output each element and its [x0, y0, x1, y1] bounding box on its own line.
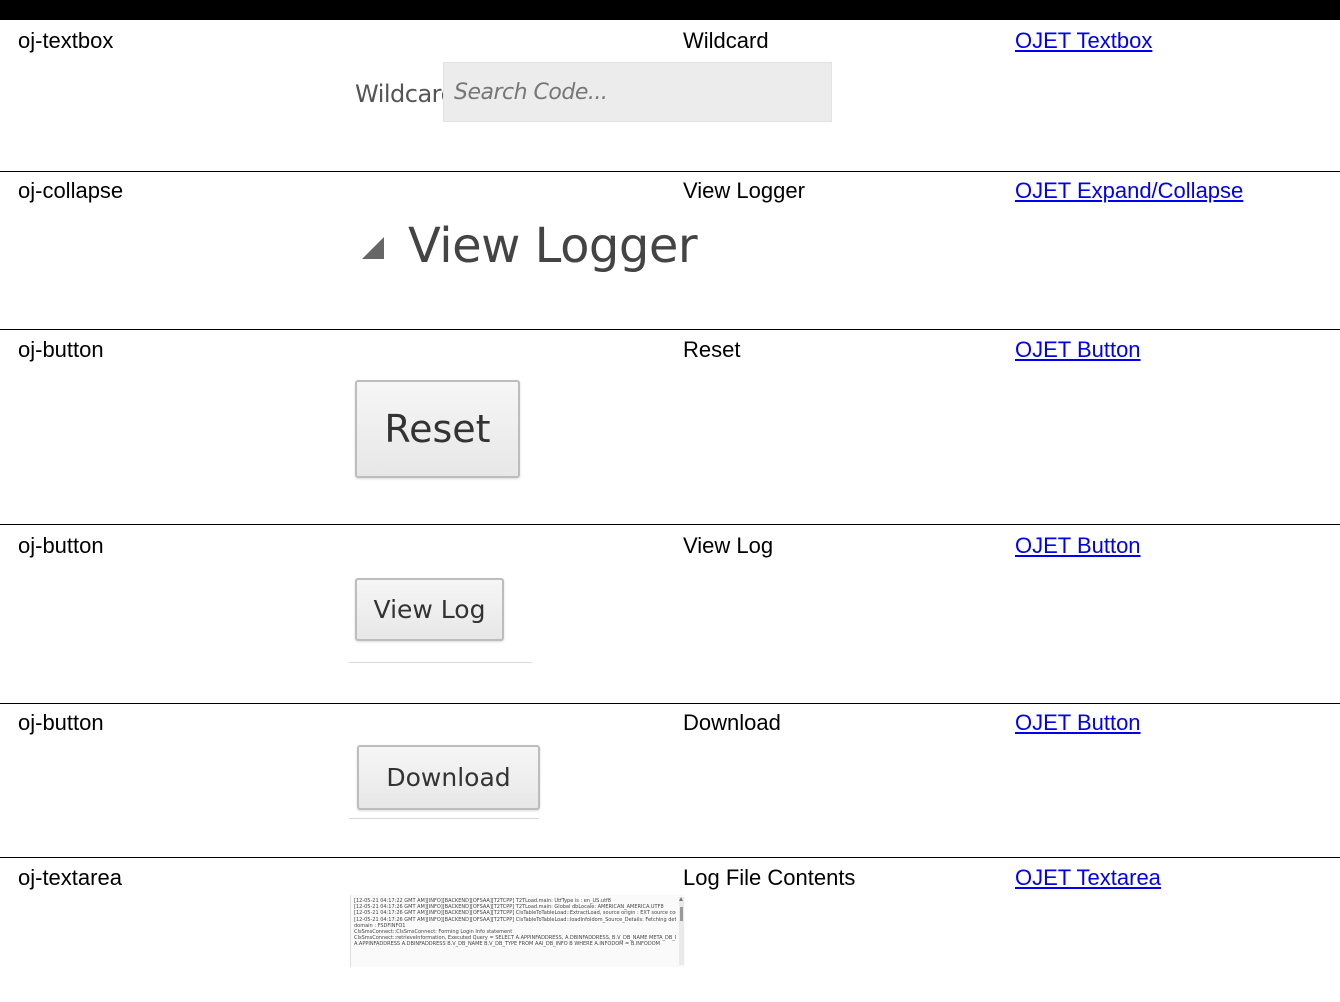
row-divider — [0, 329, 1340, 330]
docs-link-cell: OJET Textbox — [1015, 28, 1152, 54]
reset-button[interactable]: Reset — [355, 380, 520, 478]
collapse-triangle-icon — [362, 237, 384, 259]
ojet-expand-collapse-link[interactable]: OJET Expand/Collapse — [1015, 178, 1243, 203]
ojet-button-link[interactable]: OJET Button — [1015, 710, 1141, 735]
component-label: Download — [683, 710, 781, 735]
row-divider — [0, 524, 1340, 525]
docs-link-cell: OJET Button — [1015, 533, 1141, 559]
preview-underline — [349, 662, 532, 663]
view-logger-heading: View Logger — [408, 218, 698, 274]
scrollbar-thumb[interactable] — [680, 907, 683, 921]
row-divider — [0, 857, 1340, 858]
log-line: A.APPINFADDRESS A.DBINFADDRESS B.V_DB_NA… — [354, 941, 660, 948]
component-label: Log File Contents — [683, 865, 856, 890]
view-log-button[interactable]: View Log — [355, 578, 504, 641]
docs-link-cell: OJET Button — [1015, 710, 1141, 736]
ojet-button-link[interactable]: OJET Button — [1015, 533, 1141, 558]
row-divider — [0, 703, 1340, 704]
log-file-textarea[interactable]: [12-05-21 04:17:22 GMT AM][INFO][BACKEND… — [350, 895, 685, 967]
table-top-border — [0, 0, 1340, 20]
log-line: [12-05-21 04:17:26 GMT AM][INFO][BACKEND… — [354, 910, 676, 917]
component-name: oj-button — [18, 710, 104, 735]
row-divider — [0, 171, 1340, 172]
scroll-up-arrow-icon[interactable] — [679, 897, 683, 901]
component-name: oj-collapse — [18, 178, 124, 203]
component-label: View Logger — [683, 178, 805, 203]
preview-underline — [349, 818, 539, 819]
textbox-preview: Wildcard Search Code... — [355, 62, 835, 124]
search-code-input[interactable]: Search Code... — [443, 62, 832, 122]
textarea-scrollbar[interactable] — [679, 897, 684, 965]
docs-link-cell: OJET Button — [1015, 337, 1141, 363]
docs-link-cell: OJET Expand/Collapse — [1015, 178, 1243, 204]
log-line: [12-05-21 04:17:26 GMT AM][INFO][BACKEND… — [354, 916, 676, 923]
search-code-placeholder: Search Code... — [454, 80, 608, 105]
textbox-preview-label: Wildcard — [355, 80, 456, 108]
component-name: oj-textarea — [18, 865, 122, 890]
component-label: View Log — [683, 533, 774, 558]
component-name: oj-button — [18, 337, 104, 362]
download-button[interactable]: Download — [357, 745, 540, 810]
log-lines: [12-05-21 04:17:22 GMT AM][INFO][BACKEND… — [354, 898, 676, 948]
component-label: Reset — [683, 337, 741, 362]
ojet-textarea-link[interactable]: OJET Textarea — [1015, 865, 1161, 890]
component-name: oj-textbox — [18, 28, 114, 53]
ojet-textbox-link[interactable]: OJET Textbox — [1015, 28, 1152, 53]
ojet-button-link[interactable]: OJET Button — [1015, 337, 1141, 362]
docs-link-cell: OJET Textarea — [1015, 865, 1161, 891]
component-name: oj-button — [18, 533, 104, 558]
component-label: Wildcard — [683, 28, 769, 53]
